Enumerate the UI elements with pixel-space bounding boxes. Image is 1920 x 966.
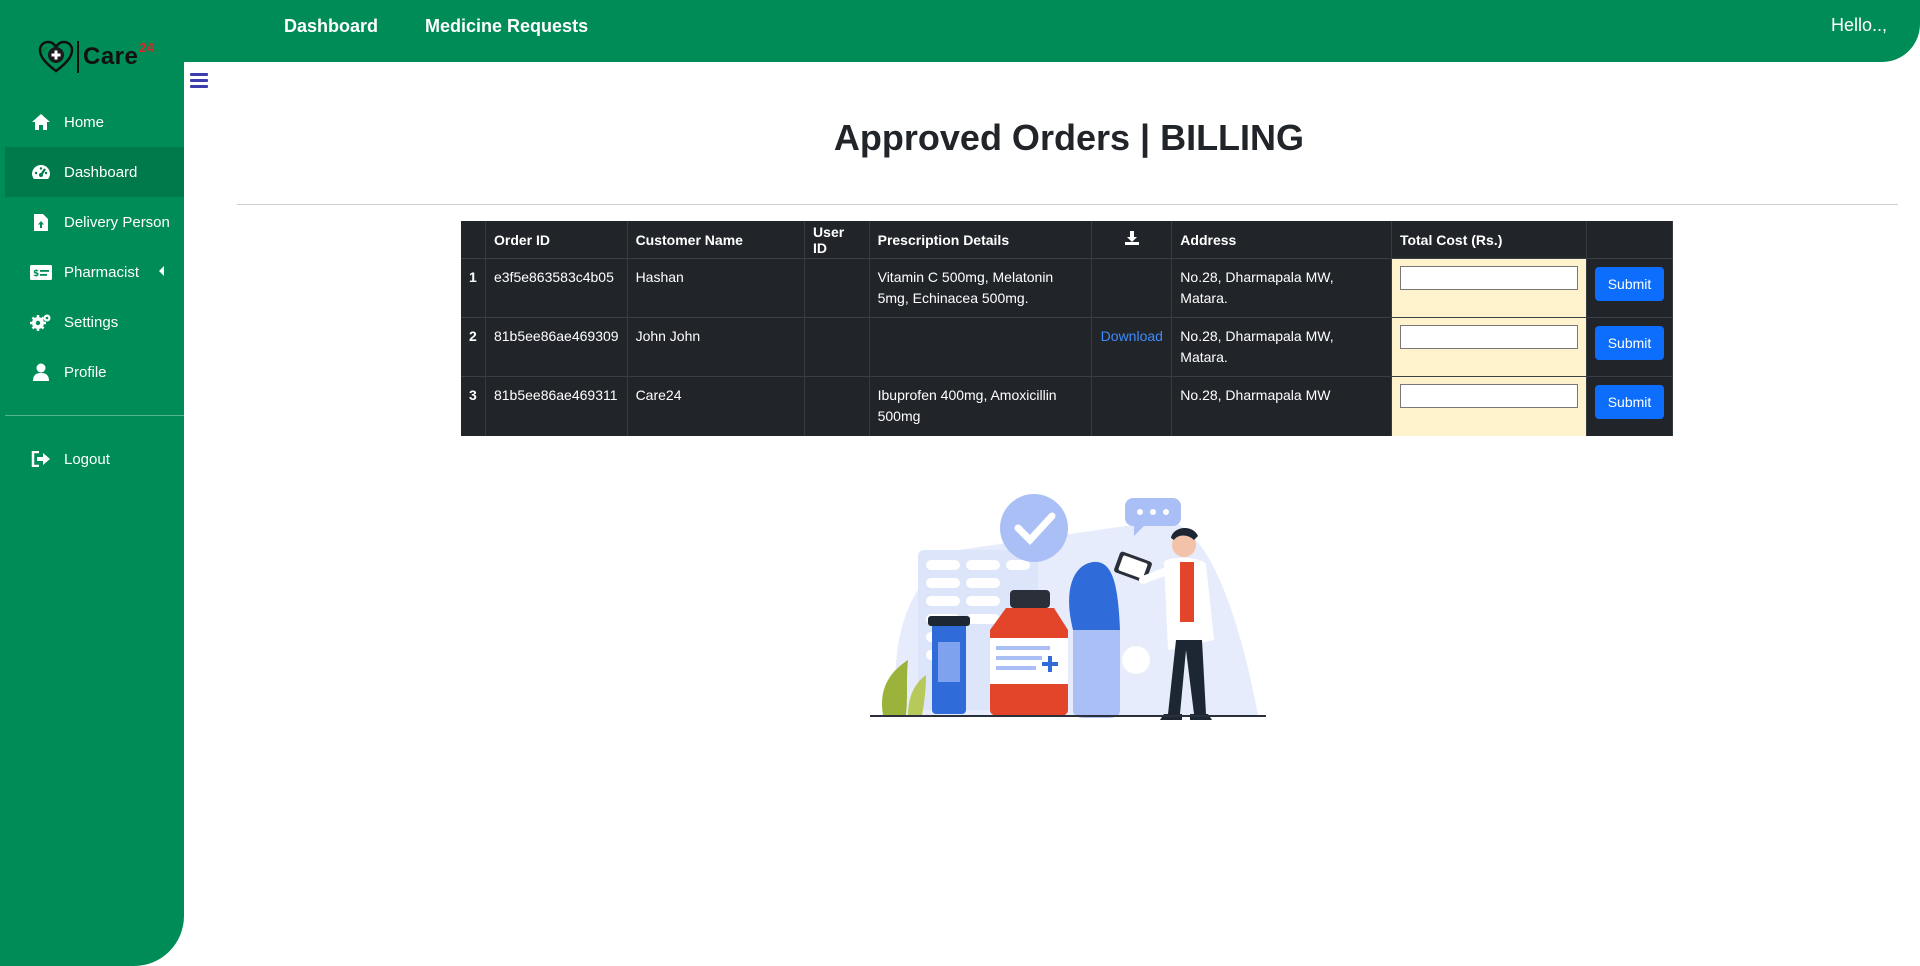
total-cost-cell [1391, 258, 1588, 318]
sidebar-item-label: Dashboard [64, 163, 138, 181]
top-header: Dashboard Medicine Requests Hello.., [0, 0, 1920, 62]
page-title: Approved Orders | BILLING [833, 117, 1305, 158]
address-cell: No.28, Dharmapala MW, Matara. [1171, 258, 1392, 318]
nav-link-dashboard[interactable]: Dashboard [284, 16, 378, 37]
money-check-icon: $ [30, 262, 52, 282]
order-id-cell: 81b5ee86ae469309 [485, 317, 628, 377]
user-id-cell [804, 258, 870, 318]
menu-bar [190, 79, 208, 82]
prescription-cell: Vitamin C 500mg, Melatonin 5mg, Echinace… [869, 258, 1093, 318]
sidebar-item-settings[interactable]: Settings [0, 297, 184, 347]
col-index-header [461, 221, 486, 259]
download-link[interactable]: Download [1101, 328, 1163, 344]
download-cell: Download [1091, 317, 1173, 377]
col-order-id-header: Order ID [485, 221, 628, 259]
action-cell: Submit [1586, 317, 1673, 377]
customer-name-cell: Hashan [627, 258, 806, 318]
col-address-header: Address [1171, 221, 1392, 259]
total-cost-input[interactable] [1399, 325, 1578, 349]
gauge-icon [30, 162, 52, 182]
col-user-id-header: User ID [804, 221, 870, 259]
greeting-text: Hello.., [1830, 15, 1887, 35]
svg-text:$: $ [33, 269, 39, 279]
sidebar-item-pharmacist[interactable]: $ Pharmacist [0, 247, 184, 297]
sidebar-item-logout[interactable]: Logout [0, 434, 184, 484]
row-number: 1 [461, 258, 486, 318]
action-cell: Submit [1586, 376, 1673, 436]
download-cell [1091, 376, 1173, 436]
logo-divider [77, 41, 79, 73]
sidebar-divider [5, 415, 184, 416]
menu-toggle-icon[interactable] [190, 73, 208, 89]
submit-button[interactable]: Submit [1595, 385, 1664, 419]
col-total-cost-header: Total Cost (Rs.) [1391, 221, 1588, 259]
nav-link-medicine-requests[interactable]: Medicine Requests [425, 16, 588, 37]
user-id-cell [804, 317, 870, 377]
gears-icon [30, 312, 52, 332]
user-id-cell [804, 376, 870, 436]
file-upload-icon [30, 212, 52, 232]
col-customer-name-header: Customer Name [627, 221, 806, 259]
sidebar-item-label: Home [64, 113, 105, 131]
table-row: 2 81b5ee86ae469309 John John Download No… [461, 317, 1673, 377]
sidebar-item-label: Settings [64, 313, 119, 331]
customer-name-cell: John John [627, 317, 806, 377]
title-divider [237, 204, 1898, 205]
caret-left-icon[interactable] [159, 266, 164, 276]
sidebar-item-label: Logout [64, 450, 110, 468]
table-row: 1 e3f5e863583c4b05 Hashan Vitamin C 500m… [461, 258, 1673, 318]
heart-plus-icon [38, 40, 74, 73]
table-header-row: Order ID Customer Name User ID Prescript… [461, 221, 1673, 259]
total-cost-input[interactable] [1399, 384, 1578, 408]
col-download-header [1091, 221, 1173, 259]
top-nav: Dashboard Medicine Requests [284, 0, 635, 52]
row-number: 3 [461, 376, 486, 436]
col-action-header [1586, 221, 1673, 259]
address-cell: No.28, Dharmapala MW, Matara. [1171, 317, 1392, 377]
pharmacy-illustration [870, 494, 1266, 720]
menu-bar [190, 85, 208, 88]
prescription-cell [869, 317, 1093, 377]
sidebar-item-dashboard[interactable]: Dashboard [5, 147, 184, 197]
order-id-cell: e3f5e863583c4b05 [485, 258, 628, 318]
submit-button[interactable]: Submit [1595, 267, 1664, 301]
prescription-cell: Ibuprofen 400mg, Amoxicillin 500mg [869, 376, 1093, 436]
user-icon [30, 362, 52, 382]
customer-name-cell: Care24 [627, 376, 806, 436]
total-cost-cell [1391, 376, 1588, 436]
home-icon [30, 112, 52, 132]
orders-table: Order ID Customer Name User ID Prescript… [461, 221, 1673, 436]
row-number: 2 [461, 317, 486, 377]
sidebar-item-label: Pharmacist [64, 263, 140, 281]
action-cell: Submit [1586, 258, 1673, 318]
total-cost-cell [1391, 317, 1588, 377]
total-cost-input[interactable] [1399, 266, 1578, 290]
col-prescription-header: Prescription Details [869, 221, 1093, 259]
brand-number: 24 [139, 39, 154, 55]
sidebar-nav: Home Dashboard Delivery Person $ Pharmac… [0, 97, 184, 484]
sidebar: Care 24 Home Dashboard Delivery Person $ [0, 0, 184, 966]
sidebar-item-label: Delivery Person [64, 213, 170, 231]
sidebar-item-profile[interactable]: Profile [0, 347, 184, 397]
menu-bar [190, 73, 208, 76]
address-cell: No.28, Dharmapala MW [1171, 376, 1392, 436]
order-id-cell: 81b5ee86ae469311 [485, 376, 628, 436]
sidebar-item-label: Profile [64, 363, 107, 381]
table-row: 3 81b5ee86ae469311 Care24 Ibuprofen 400m… [461, 376, 1673, 436]
submit-button[interactable]: Submit [1595, 326, 1664, 360]
sidebar-item-home[interactable]: Home [0, 97, 184, 147]
brand-logo[interactable]: Care 24 [38, 40, 154, 74]
sidebar-item-delivery-person[interactable]: Delivery Person [0, 197, 184, 247]
download-icon [1124, 231, 1139, 245]
download-cell [1091, 258, 1173, 318]
brand-name: Care [83, 43, 139, 70]
sign-out-icon [30, 449, 52, 469]
